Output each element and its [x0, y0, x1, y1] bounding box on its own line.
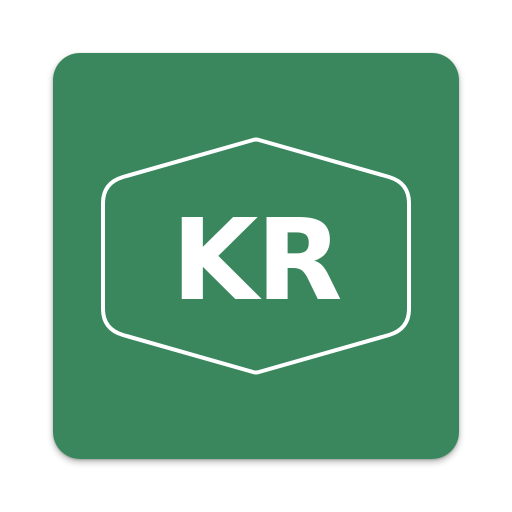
launcher-canvas: KR — [0, 0, 512, 512]
monogram-text: KR — [171, 196, 340, 326]
app-icon[interactable]: KR — [53, 53, 459, 459]
kr-badge-logo-icon: KR — [53, 53, 459, 459]
